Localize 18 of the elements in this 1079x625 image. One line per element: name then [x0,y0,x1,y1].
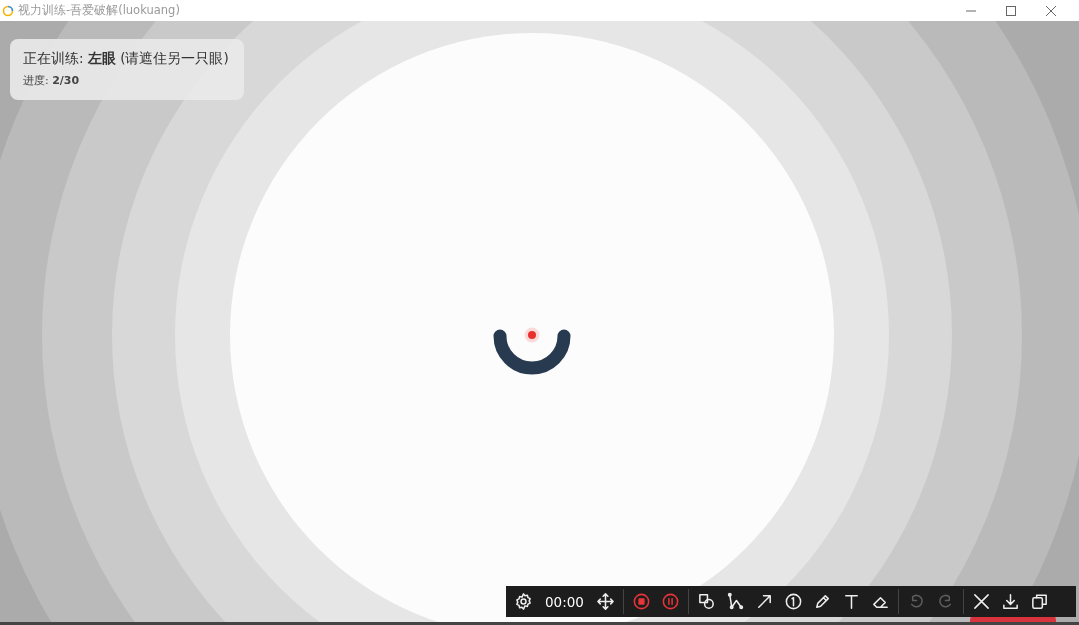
shapes-icon [696,592,716,611]
close-icon[interactable] [1045,4,1057,17]
move-arrows-icon [595,592,615,611]
polyline-icon [725,592,745,611]
close-icon [971,592,991,611]
pause-icon [660,592,680,611]
settings-icon [514,592,533,611]
record-button-icon [631,592,651,611]
progress-text: 进度: 2/30 [23,73,81,88]
training-status-text: 正在训练: 左眼 (请遮住另一只眼) [23,50,230,68]
copy-icon [1029,592,1049,611]
download-icon [1000,592,1020,611]
timer-text: 00:00 [545,593,584,610]
window-title: 视力训练-吾爱破解(luokuang) [18,3,180,18]
app-logo-icon [2,4,14,17]
maximize-icon[interactable] [1005,4,1017,17]
numbered-circle-icon [783,592,803,611]
fixation-dot-icon [524,327,540,343]
